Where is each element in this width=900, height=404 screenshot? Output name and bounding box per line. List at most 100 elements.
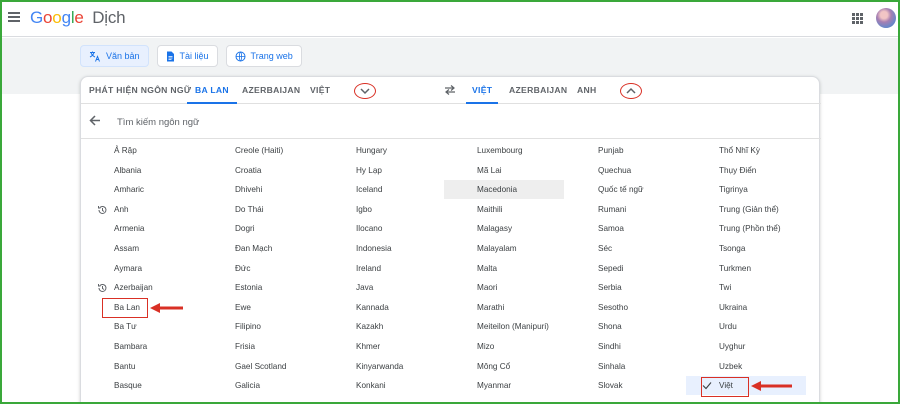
language-search-input[interactable] xyxy=(117,113,417,131)
language-option-kazakh[interactable]: Kazakh xyxy=(323,317,443,336)
language-option-malagasy[interactable]: Malagasy xyxy=(444,219,564,238)
language-option-bantu[interactable]: Bantu xyxy=(81,357,201,376)
language-option-azerbaijan[interactable]: Azerbaijan xyxy=(81,278,201,297)
language-option-turkmen[interactable]: Turkmen xyxy=(686,259,806,278)
tab-target-viet[interactable]: VIỆT xyxy=(466,77,499,104)
language-option-aymara[interactable]: Aymara xyxy=(81,259,201,278)
language-option-ireland[interactable]: Ireland xyxy=(323,259,443,278)
language-option-assam[interactable]: Assam xyxy=(81,239,201,258)
language-option-a-rap[interactable]: Ả Rập xyxy=(81,141,201,160)
language-option-quoc-te-ngu[interactable]: Quốc tế ngữ xyxy=(565,180,685,199)
language-option-dan-mach[interactable]: Đan Mạch xyxy=(202,239,322,258)
language-option-duc[interactable]: Đức xyxy=(202,259,322,278)
language-option-hy-lap[interactable]: Hy Lạp xyxy=(323,161,443,180)
language-option-indonesia[interactable]: Indonesia xyxy=(323,239,443,258)
language-option-java[interactable]: Java xyxy=(323,278,443,297)
language-option-armenia[interactable]: Armenia xyxy=(81,219,201,238)
language-option-macedonia[interactable]: Macedonia xyxy=(444,180,564,200)
language-option-samoa[interactable]: Samoa xyxy=(565,219,685,238)
language-option-ilocano[interactable]: Ilocano xyxy=(323,219,443,238)
language-option-basque[interactable]: Basque xyxy=(81,376,201,395)
tab-target-azerbaijan[interactable]: AZERBAIJAN xyxy=(509,77,567,104)
tab-detect-language[interactable]: PHÁT HIỆN NGÔN NGỮ xyxy=(89,77,191,104)
language-option-ma-lai[interactable]: Mã Lai xyxy=(444,161,564,180)
language-option-kannada[interactable]: Kannada xyxy=(323,298,443,317)
language-option-do-thai[interactable]: Do Thái xyxy=(202,200,322,219)
language-option-bambara[interactable]: Bambara xyxy=(81,337,201,356)
language-option-urdu[interactable]: Urdu xyxy=(686,317,806,336)
language-option-luxembourg[interactable]: Luxembourg xyxy=(444,141,564,160)
language-option-hungary[interactable]: Hungary xyxy=(323,141,443,160)
target-collapse-button[interactable] xyxy=(620,83,642,99)
language-option-albania[interactable]: Albania xyxy=(81,161,201,180)
language-option-kinyarwanda[interactable]: Kinyarwanda xyxy=(323,357,443,376)
language-option-label: Sinhala xyxy=(598,361,626,371)
language-option-sindhi[interactable]: Sindhi xyxy=(565,337,685,356)
menu-icon[interactable] xyxy=(8,12,20,22)
language-option-konkani[interactable]: Konkani xyxy=(323,376,443,395)
tab-source-azerbaijan[interactable]: AZERBAIJAN xyxy=(242,77,300,104)
source-expand-button[interactable] xyxy=(354,83,376,99)
language-option-rumani[interactable]: Rumani xyxy=(565,200,685,219)
app-logo[interactable]: Google Dịch xyxy=(30,8,126,28)
language-option-ukraina[interactable]: Ukraina xyxy=(686,298,806,317)
language-option-tho-nhi-ky[interactable]: Thổ Nhĩ Kỳ xyxy=(686,141,806,160)
language-option-slovak[interactable]: Slovak xyxy=(565,376,685,395)
language-option-mong-co[interactable]: Mông Cổ xyxy=(444,357,564,376)
language-option-trung-phon-the[interactable]: Trung (Phồn thể) xyxy=(686,219,806,238)
language-picker-card: PHÁT HIỆN NGÔN NGỮ BA LAN AZERBAIJAN VIỆ… xyxy=(80,76,821,404)
language-option-shona[interactable]: Shona xyxy=(565,317,685,336)
language-option-galicia[interactable]: Galicia xyxy=(202,376,322,395)
globe-icon xyxy=(235,51,246,61)
language-option-mizo[interactable]: Mizo xyxy=(444,337,564,356)
language-option-label: Việt xyxy=(719,381,733,391)
back-arrow-icon[interactable] xyxy=(89,115,101,126)
language-option-sesotho[interactable]: Sesotho xyxy=(565,298,685,317)
language-option-tsonga[interactable]: Tsonga xyxy=(686,239,806,258)
language-option-myanmar[interactable]: Myanmar xyxy=(444,376,564,395)
language-option-dogri[interactable]: Dogri xyxy=(202,219,322,238)
apps-grid-icon[interactable] xyxy=(852,13,863,24)
language-option-malta[interactable]: Malta xyxy=(444,259,564,278)
language-option-uzbek[interactable]: Uzbek xyxy=(686,357,806,376)
language-option-ewe[interactable]: Ewe xyxy=(202,298,322,317)
language-option-maori[interactable]: Maori xyxy=(444,278,564,297)
language-option-khmer[interactable]: Khmer xyxy=(323,337,443,356)
language-option-tigrinya[interactable]: Tigrinya xyxy=(686,180,806,199)
language-option-twi[interactable]: Twi xyxy=(686,278,806,297)
language-option-croatia[interactable]: Croatia xyxy=(202,161,322,180)
language-option-sinhala[interactable]: Sinhala xyxy=(565,357,685,376)
language-option-label: Slovak xyxy=(598,381,623,391)
language-option-sepedi[interactable]: Sepedi xyxy=(565,259,685,278)
language-option-anh[interactable]: Anh xyxy=(81,200,201,219)
tab-source-viet[interactable]: VIỆT xyxy=(310,77,330,104)
language-option-dhivehi[interactable]: Dhivehi xyxy=(202,180,322,199)
language-option-igbo[interactable]: Igbo xyxy=(323,200,443,219)
language-option-iceland[interactable]: Iceland xyxy=(323,180,443,199)
tab-document[interactable]: Tài liệu xyxy=(156,45,218,67)
language-option-filipino[interactable]: Filipino xyxy=(202,317,322,336)
language-option-malayalam[interactable]: Malayalam xyxy=(444,239,564,258)
language-option-serbia[interactable]: Serbia xyxy=(565,278,685,297)
language-option-sec[interactable]: Séc xyxy=(565,239,685,258)
language-option-amharic[interactable]: Amharic xyxy=(81,180,201,199)
language-option-quechua[interactable]: Quechua xyxy=(565,161,685,180)
swap-languages-icon[interactable] xyxy=(444,85,456,95)
language-option-trung-gian-the[interactable]: Trung (Giản thể) xyxy=(686,200,806,219)
avatar[interactable] xyxy=(876,8,896,28)
language-option-meiteilon-manipuri[interactable]: Meiteilon (Manipuri) xyxy=(444,317,564,336)
language-option-uyghur[interactable]: Uyghur xyxy=(686,337,806,356)
language-option-ba-tu[interactable]: Ba Tư xyxy=(81,317,201,336)
tab-text[interactable]: Văn bản xyxy=(80,45,149,67)
tab-target-anh[interactable]: ANH xyxy=(577,77,597,104)
language-option-thuy-dien[interactable]: Thụy Điển xyxy=(686,161,806,180)
language-option-punjab[interactable]: Punjab xyxy=(565,141,685,160)
language-option-marathi[interactable]: Marathi xyxy=(444,298,564,317)
language-option-maithili[interactable]: Maithili xyxy=(444,200,564,219)
language-option-gael-scotland[interactable]: Gael Scotland xyxy=(202,357,322,376)
language-option-estonia[interactable]: Estonia xyxy=(202,278,322,297)
language-option-frisia[interactable]: Frisia xyxy=(202,337,322,356)
tab-source-ba-lan[interactable]: BA LAN xyxy=(187,77,237,104)
language-option-creole-haiti[interactable]: Creole (Haiti) xyxy=(202,141,322,160)
tab-website[interactable]: Trang web xyxy=(225,45,302,67)
